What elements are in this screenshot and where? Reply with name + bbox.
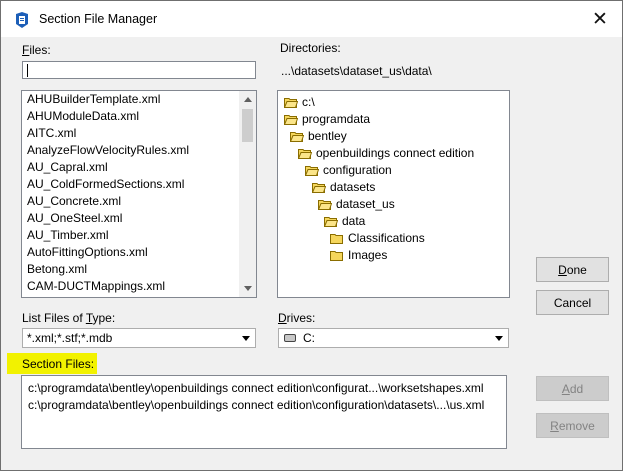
file-list-item[interactable]: AutoFittingOptions.xml	[22, 244, 240, 261]
file-list-item[interactable]: AHUBuilderTemplate.xml	[22, 91, 240, 108]
directory-label: bentley	[308, 129, 347, 143]
section-file-item[interactable]: c:\programdata\bentley\openbuildings con…	[28, 381, 484, 395]
file-list-item[interactable]: CAM-DUCTMappings.xml	[22, 278, 240, 295]
current-directory-path: ...\datasets\dataset_us\data\	[281, 64, 432, 78]
file-list-item[interactable]: Betong.xml	[22, 261, 240, 278]
folder-open-icon	[298, 149, 312, 159]
chevron-down-icon	[242, 336, 250, 341]
directory-label: Classifications	[348, 231, 425, 245]
section-file-manager-dialog: Section File Manager ✕ Files: AHUBuilder…	[0, 0, 623, 471]
files-list[interactable]: AHUBuilderTemplate.xml AHUModuleData.xml A…	[21, 90, 257, 298]
folder-open-icon	[324, 217, 338, 227]
scroll-up-button[interactable]	[239, 91, 256, 108]
scroll-thumb[interactable]	[242, 109, 253, 142]
file-type-select[interactable]: *.xml;*.stf;*.mdb	[22, 328, 256, 348]
chevron-down-icon	[243, 286, 252, 291]
folder-open-icon	[284, 98, 298, 108]
directory-item[interactable]: Classifications	[330, 230, 425, 247]
drives-select[interactable]: C:	[278, 328, 509, 348]
close-icon: ✕	[592, 8, 608, 30]
file-type-value: *.xml;*.stf;*.mdb	[27, 331, 113, 345]
section-files-list[interactable]: c:\programdata\bentley\openbuildings con…	[21, 375, 507, 449]
cancel-button[interactable]: Cancel	[536, 290, 609, 315]
section-files-label: Section Files:	[22, 357, 95, 371]
drive-value: C:	[303, 331, 315, 345]
file-list-item[interactable]: AU_Timber.xml	[22, 227, 240, 244]
section-file-item[interactable]: c:\programdata\bentley\openbuildings con…	[28, 398, 484, 412]
directory-item[interactable]: configuration	[305, 162, 392, 179]
drive-icon	[284, 334, 296, 342]
directory-label: data	[342, 214, 366, 228]
file-list-item[interactable]: AU_OneSteel.xml	[22, 210, 240, 227]
folder-open-icon	[305, 166, 319, 176]
directory-label: openbuildings connect edition	[316, 146, 475, 160]
file-list-item[interactable]: AnalyzeFlowVelocityRules.xml	[22, 142, 240, 159]
directory-label: dataset_us	[336, 197, 395, 211]
directory-item[interactable]: datasets	[312, 179, 375, 196]
file-type-label: List Files of Type:	[22, 311, 116, 325]
app-icon	[16, 12, 28, 28]
directory-label: datasets	[330, 180, 376, 194]
directory-item[interactable]: data	[324, 213, 365, 230]
folder-icon	[330, 251, 343, 261]
directory-label: programdata	[302, 112, 371, 126]
folder-open-icon	[284, 115, 298, 125]
directory-item[interactable]: bentley	[290, 128, 347, 145]
directories-tree[interactable]: c:\ programdata bentley openbuildings conne…	[277, 90, 510, 298]
chevron-down-icon	[495, 336, 503, 341]
file-list-item[interactable]: AITC.xml	[22, 125, 240, 142]
file-list-item[interactable]: AU_Capral.xml	[22, 159, 240, 176]
add-button[interactable]: Add	[536, 376, 609, 401]
files-label: Files:	[22, 43, 51, 57]
files-scrollbar[interactable]	[239, 91, 256, 297]
directory-item[interactable]: Images	[330, 247, 387, 264]
file-list-item[interactable]: AU_Concrete.xml	[22, 193, 240, 210]
directory-item[interactable]: dataset_us	[318, 196, 395, 213]
directory-item[interactable]: programdata	[284, 111, 370, 128]
scroll-down-button[interactable]	[239, 280, 256, 297]
folder-open-icon	[312, 183, 326, 193]
folder-open-icon	[318, 200, 332, 210]
file-list-item[interactable]: AU_ColdFormedSections.xml	[22, 176, 240, 193]
file-list-item[interactable]: AHUModuleData.xml	[22, 108, 240, 125]
directory-label: c:\	[302, 95, 315, 109]
files-list-items: AHUBuilderTemplate.xml AHUModuleData.xml A…	[22, 91, 240, 295]
chevron-up-icon	[243, 97, 252, 102]
window-title: Section File Manager	[39, 12, 158, 26]
title-bar: Section File Manager ✕	[1, 1, 622, 37]
file-name-input[interactable]	[22, 61, 256, 79]
remove-button[interactable]: Remove	[536, 413, 609, 438]
directory-label: configuration	[323, 163, 392, 177]
directory-item[interactable]: c:\	[284, 94, 315, 111]
drives-label: Drives:	[278, 311, 316, 325]
done-button[interactable]: Done	[536, 257, 609, 282]
folder-icon	[330, 234, 343, 244]
directories-label: Directories:	[280, 41, 341, 55]
directory-item[interactable]: openbuildings connect edition	[298, 145, 474, 162]
close-button[interactable]: ✕	[579, 5, 621, 33]
text-caret	[27, 64, 28, 77]
folder-open-icon	[290, 132, 304, 142]
directory-label: Images	[348, 248, 388, 262]
